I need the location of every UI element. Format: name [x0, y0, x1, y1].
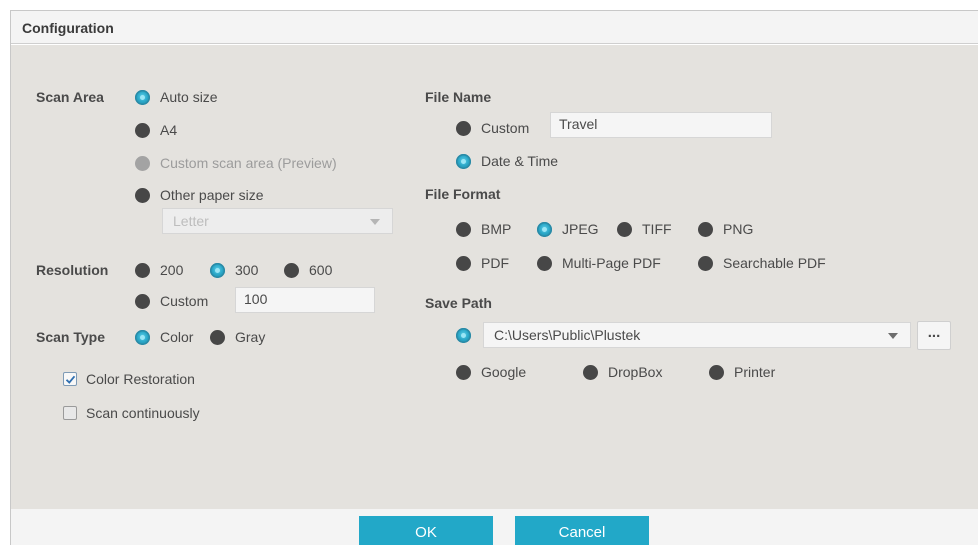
format-multipage-pdf-label[interactable]: Multi-Page PDF [562, 255, 661, 271]
configuration-dialog: Configuration Scan Area Auto size A4 Cus… [10, 10, 978, 545]
file-name-custom-radio[interactable] [456, 121, 471, 136]
scan-continuously-checkbox[interactable] [63, 406, 77, 420]
resolution-600-radio[interactable] [284, 263, 299, 278]
format-multipage-pdf-radio[interactable] [537, 256, 552, 271]
resolution-custom-radio[interactable] [135, 294, 150, 309]
scan-area-custom-label: Custom scan area (Preview) [160, 155, 337, 171]
settings-panel: Scan Area Auto size A4 Custom scan area … [11, 45, 978, 509]
ok-button[interactable]: OK [359, 516, 493, 545]
scan-area-other-label[interactable]: Other paper size [160, 187, 264, 203]
scan-area-auto-label[interactable]: Auto size [160, 89, 218, 105]
checkmark-icon [65, 375, 76, 384]
save-path-label: Save Path [425, 295, 492, 311]
format-bmp-label[interactable]: BMP [481, 221, 511, 237]
resolution-300-label[interactable]: 300 [235, 262, 258, 278]
scan-type-label: Scan Type [36, 329, 105, 345]
resolution-200-radio[interactable] [135, 263, 150, 278]
save-printer-label[interactable]: Printer [734, 364, 775, 380]
resolution-label: Resolution [36, 262, 109, 278]
scan-area-label: Scan Area [36, 89, 104, 105]
title-bar: Configuration [11, 11, 978, 44]
cancel-button[interactable]: Cancel [515, 516, 649, 545]
browse-button[interactable]: ... [917, 321, 951, 350]
file-name-custom-input[interactable]: Travel [550, 112, 772, 138]
scan-type-color-radio[interactable] [135, 330, 150, 345]
save-printer-radio[interactable] [709, 365, 724, 380]
resolution-300-radio[interactable] [210, 263, 225, 278]
save-path-select[interactable]: C:\Users\Public\Plustek [483, 322, 911, 348]
format-pdf-label[interactable]: PDF [481, 255, 509, 271]
paper-size-select: Letter [162, 208, 393, 234]
file-format-label: File Format [425, 186, 501, 202]
file-name-custom-label[interactable]: Custom [481, 120, 529, 136]
file-name-datetime-label[interactable]: Date & Time [481, 153, 558, 169]
format-png-label[interactable]: PNG [723, 221, 753, 237]
file-name-datetime-radio[interactable] [456, 154, 471, 169]
format-tiff-radio[interactable] [617, 222, 632, 237]
save-path-value: C:\Users\Public\Plustek [494, 327, 641, 343]
format-tiff-label[interactable]: TIFF [642, 221, 672, 237]
format-jpeg-label[interactable]: JPEG [562, 221, 599, 237]
scan-area-auto-radio[interactable] [135, 90, 150, 105]
scan-area-a4-radio[interactable] [135, 123, 150, 138]
scan-type-gray-radio[interactable] [210, 330, 225, 345]
color-restoration-checkbox[interactable] [63, 372, 77, 386]
format-pdf-radio[interactable] [456, 256, 471, 271]
scan-area-a4-label[interactable]: A4 [160, 122, 177, 138]
resolution-custom-input[interactable]: 100 [235, 287, 375, 313]
chevron-down-icon [888, 333, 898, 339]
file-name-label: File Name [425, 89, 492, 105]
format-bmp-radio[interactable] [456, 222, 471, 237]
chevron-down-icon [370, 219, 380, 225]
format-searchable-pdf-label[interactable]: Searchable PDF [723, 255, 826, 271]
resolution-600-label[interactable]: 600 [309, 262, 332, 278]
scan-area-custom-radio [135, 156, 150, 171]
color-restoration-label[interactable]: Color Restoration [86, 371, 195, 387]
resolution-custom-label[interactable]: Custom [160, 293, 208, 309]
paper-size-value: Letter [173, 213, 209, 229]
format-png-radio[interactable] [698, 222, 713, 237]
scan-area-other-radio[interactable] [135, 188, 150, 203]
save-dropbox-label[interactable]: DropBox [608, 364, 662, 380]
scan-type-color-label[interactable]: Color [160, 329, 193, 345]
save-path-local-radio[interactable] [456, 328, 471, 343]
resolution-200-label[interactable]: 200 [160, 262, 183, 278]
save-dropbox-radio[interactable] [583, 365, 598, 380]
scan-continuously-label[interactable]: Scan continuously [86, 405, 200, 421]
scan-type-gray-label[interactable]: Gray [235, 329, 265, 345]
save-google-label[interactable]: Google [481, 364, 526, 380]
format-jpeg-radio[interactable] [537, 222, 552, 237]
save-google-radio[interactable] [456, 365, 471, 380]
format-searchable-pdf-radio[interactable] [698, 256, 713, 271]
button-bar: OK Cancel [11, 509, 978, 545]
dialog-title: Configuration [22, 20, 114, 36]
